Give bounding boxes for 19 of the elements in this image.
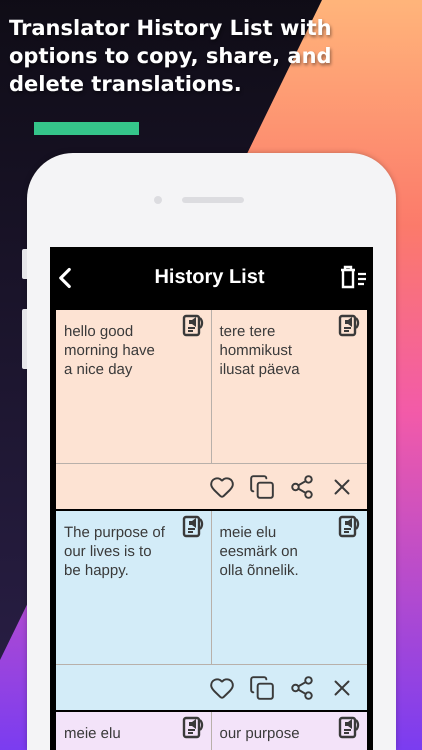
translation-text: our purpose	[220, 724, 301, 743]
share-button[interactable]	[289, 674, 315, 700]
copy-icon	[249, 674, 275, 700]
copy-button[interactable]	[249, 674, 275, 700]
share-icon	[289, 674, 315, 700]
side-key	[22, 309, 27, 369]
translation-text: tere tere hommikust ilusat päeva	[220, 322, 301, 379]
source-text: hello good morning have a nice day	[64, 322, 156, 379]
camera-dot	[154, 196, 162, 204]
translation-text: meie elu eesmärk on olla õnnelik.	[220, 523, 300, 580]
side-key	[22, 249, 27, 279]
share-button[interactable]	[289, 474, 315, 500]
copy-icon	[249, 474, 275, 500]
source-text: The purpose of our lives is to be happy.	[64, 523, 166, 580]
copy-button[interactable]	[249, 474, 275, 500]
app-bar-title: History List	[154, 266, 265, 289]
speaker-slot	[182, 197, 244, 203]
share-icon	[289, 474, 315, 500]
source-text: meie elu	[64, 724, 122, 743]
